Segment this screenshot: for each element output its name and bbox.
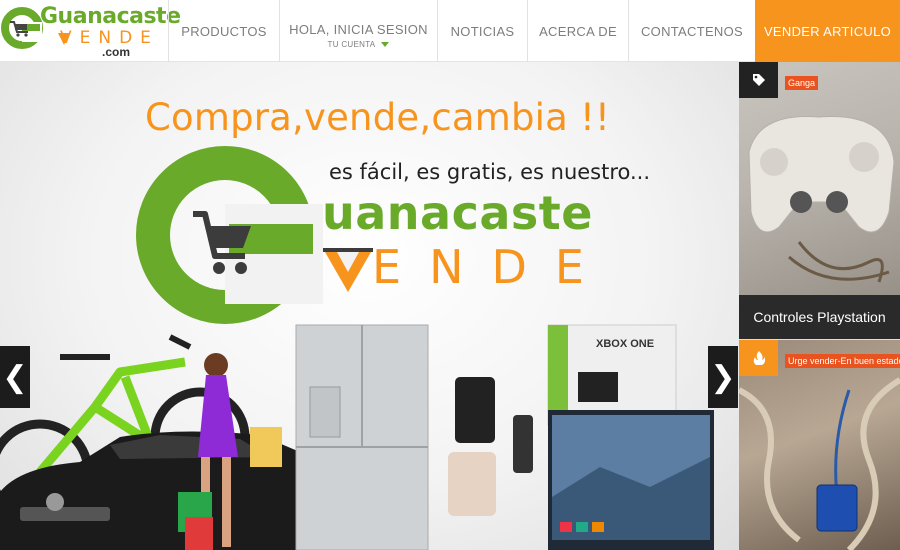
chevron-left-icon: ❮	[2, 359, 28, 395]
listing-icon-box	[739, 62, 778, 98]
nav-item-acerca[interactable]: ACERCA DE	[527, 0, 628, 62]
nav-item-contactenos[interactable]: CONTACTENOS	[628, 0, 755, 62]
hero-logo-g	[136, 146, 323, 324]
carousel-next-button[interactable]: ❯	[708, 346, 738, 408]
site-logo[interactable]: Guanacaste VENDE .com	[0, 0, 181, 62]
hero-slider[interactable]: Compra,vende,cambia !! es fácil, es grat…	[0, 62, 739, 550]
chevron-right-icon: ❯	[710, 359, 736, 395]
playstation-controller-image	[748, 115, 895, 283]
listing-badge: Urge vender-En buen estado-N	[785, 354, 900, 368]
tv-image	[548, 410, 714, 550]
hero-brand-top: uanacaste	[322, 186, 593, 240]
site-header: Guanacaste VENDE .com PRODUCTOS HOLA, IN…	[0, 0, 900, 62]
logo-word-top: Guanacaste	[40, 4, 181, 29]
phones-image	[448, 377, 533, 516]
account-sub-label: TU CUENTA	[327, 39, 376, 49]
xbox-label: XBOX ONE	[596, 338, 654, 350]
carousel-prev-button[interactable]: ❮	[0, 346, 30, 408]
nav-item-productos[interactable]: PRODUCTOS	[168, 0, 279, 62]
account-sub: TU CUENTA	[328, 40, 390, 49]
tag-icon	[752, 74, 765, 86]
listing-title[interactable]: Controles Playstation	[739, 295, 900, 339]
hero-headline: Compra,vende,cambia !!	[144, 96, 611, 139]
nav-item-label: PRODUCTOS	[181, 23, 267, 39]
hero-product-collage: XBOX ONE	[0, 324, 714, 550]
sell-item-button[interactable]: VENDER ARTICULO	[755, 0, 900, 62]
listing-card[interactable]: Ganga Controles Playstation	[739, 62, 900, 339]
usb-adapter-image	[739, 377, 900, 550]
hero-v-mark	[323, 248, 373, 292]
nav-item-label: CONTACTENOS	[640, 23, 743, 39]
main-nav: PRODUCTOS HOLA, INICIA SESION TU CUENTA …	[168, 0, 755, 62]
nav-item-label: NOTICIAS	[450, 23, 515, 39]
logo-domain: .com	[102, 45, 131, 59]
chevron-down-icon	[381, 41, 390, 47]
listing-card[interactable]: Urge vender-En buen estado-N	[739, 340, 900, 550]
nav-item-label: ACERCA DE	[539, 23, 617, 39]
nav-item-account[interactable]: HOLA, INICIA SESION TU CUENTA	[279, 0, 437, 62]
nav-item-label: HOLA, INICIA SESION	[289, 21, 428, 37]
flame-icon	[753, 351, 765, 365]
hero-tagline: es fácil, es gratis, es nuestro...	[329, 160, 651, 184]
featured-listings: Ganga Controles Playstation Urge vender-…	[739, 62, 900, 550]
listing-badge: Ganga	[785, 76, 819, 90]
nav-item-noticias[interactable]: NOTICIAS	[437, 0, 527, 62]
hero-brand-bottom: ENDE	[372, 240, 612, 294]
listing-icon-box	[739, 340, 778, 376]
fridge-image	[295, 324, 429, 550]
